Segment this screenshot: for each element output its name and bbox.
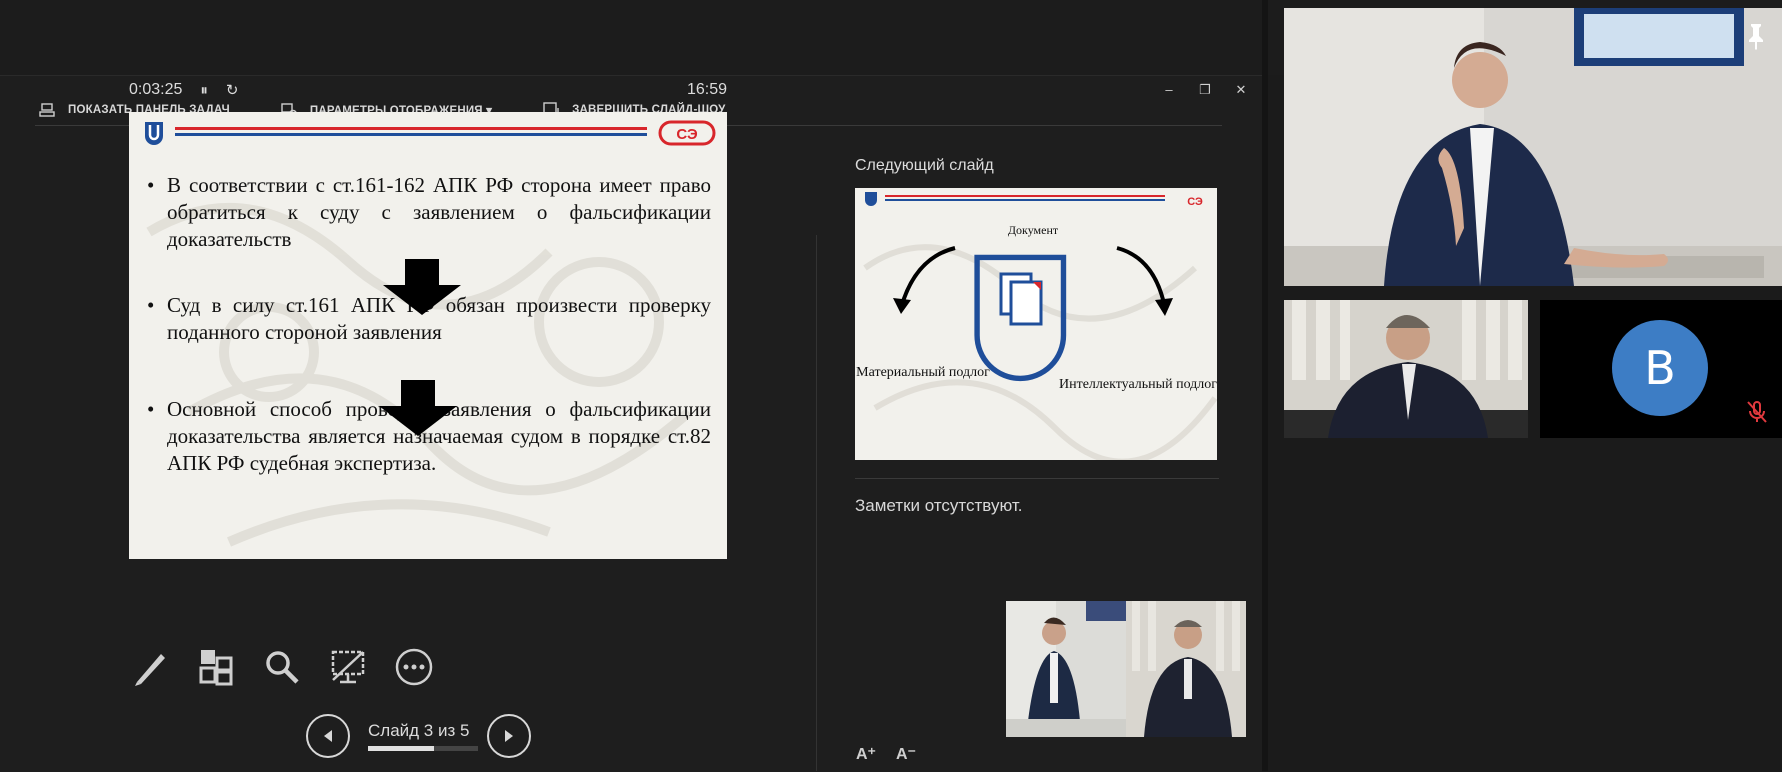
increase-font-button[interactable]: A⁺ [856, 744, 876, 764]
slide-header: СЭ [143, 118, 717, 148]
pause-icon[interactable]: ⏸ [200, 82, 208, 99]
mini-video-participant [1126, 601, 1246, 737]
se-logo-text: СЭ [676, 126, 698, 143]
previous-slide-button[interactable] [306, 714, 350, 758]
participant-avatar: B [1612, 320, 1708, 416]
se-logo-icon: СЭ [658, 120, 716, 146]
university-logo-icon [145, 122, 163, 145]
panel-divider [816, 235, 817, 771]
presenter-video-frame [1284, 8, 1782, 286]
slide-counter-text: Слайд 3 из 5 [368, 721, 470, 740]
down-arrow-icon [379, 380, 457, 436]
font-size-controls: A⁺ A⁻ [856, 744, 916, 764]
more-options-icon[interactable] [393, 646, 435, 688]
down-arrow-icon [383, 259, 461, 315]
minimize-button[interactable]: – [1162, 82, 1176, 98]
next-top-label: Документ [1008, 223, 1059, 237]
close-button[interactable]: ✕ [1234, 82, 1248, 98]
previous-icon [324, 730, 332, 742]
mini-video-participant-frame [1126, 601, 1246, 737]
slide-tools [129, 646, 435, 688]
next-university-logo-icon [865, 192, 877, 206]
mini-video-presenter-frame [1006, 601, 1126, 737]
decrease-font-button[interactable]: A⁻ [896, 744, 916, 764]
left-curved-arrow [899, 246, 956, 309]
reset-icon[interactable]: ↻ [226, 81, 239, 99]
elapsed-time: 0:03:25 [129, 81, 183, 98]
current-slide: СЭ • В соответствии с ст.161-162 АПК РФ с… [129, 112, 727, 559]
slide-counter: Слайд 3 из 5 [368, 721, 478, 751]
next-left-label: Материальный подлог [856, 365, 990, 380]
slide-navigation: Слайд 3 из 5 [306, 714, 532, 758]
window-controls: – ❐ ✕ [1162, 82, 1248, 98]
slide-progress-fill [368, 746, 434, 751]
next-icon [505, 730, 514, 742]
all-slides-icon[interactable] [195, 646, 237, 688]
header-stripe-red [175, 127, 647, 130]
slide-progress-bar [368, 746, 478, 751]
next-slide-button[interactable] [487, 714, 532, 758]
speaker-notes: Заметки отсутствуют. [855, 496, 1023, 515]
black-screen-icon[interactable] [327, 646, 369, 688]
taskbar-icon [39, 103, 55, 117]
header-stripe-blue [175, 133, 647, 136]
notes-divider [855, 478, 1219, 479]
timer-row: 0:03:25 ⏸ ↻ 16:59 [129, 81, 727, 99]
video-tile-presenter[interactable] [1284, 8, 1782, 286]
pen-icon[interactable] [129, 646, 171, 688]
video-tile-participant[interactable] [1284, 300, 1528, 438]
zoom-icon[interactable] [261, 646, 303, 688]
video-tile-avatar[interactable]: B [1540, 300, 1782, 438]
bullet-item: • В соответствии с ст.161-162 АПК РФ стор… [147, 173, 711, 251]
restore-button[interactable]: ❐ [1198, 82, 1212, 98]
next-right-label: Интеллектуальный подлог [1059, 377, 1217, 392]
next-slide-canvas: СЭ Документ Материальный подлог Интеллек… [856, 192, 1217, 460]
clock: 16:59 [686, 81, 727, 98]
next-se-logo-text: СЭ [1187, 196, 1203, 208]
participant-video-frame [1284, 300, 1528, 438]
next-slide-preview[interactable]: СЭ Документ Материальный подлог Интеллек… [855, 188, 1217, 460]
next-slide-heading: Следующий слайд [855, 157, 994, 174]
mini-video-presenter [1006, 601, 1126, 737]
panel-gap [1262, 0, 1268, 771]
bullet-text: В соответствии с ст.161-162 АПК РФ сторо… [167, 173, 711, 251]
mic-muted-icon [1747, 401, 1767, 423]
pin-icon[interactable] [1745, 22, 1767, 50]
